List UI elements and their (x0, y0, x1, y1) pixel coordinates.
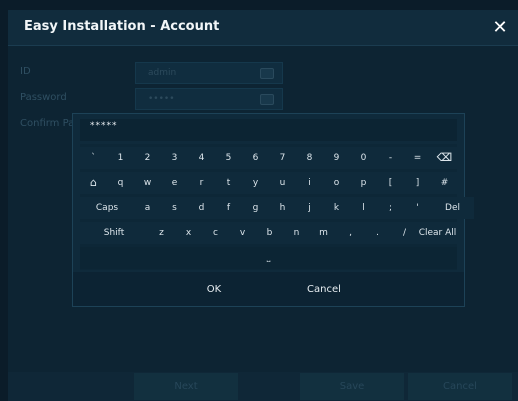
key-g[interactable]: g (242, 197, 269, 219)
key-hash[interactable]: # (431, 172, 458, 194)
key-h[interactable]: h (269, 197, 296, 219)
home-icon[interactable]: ⌂ (80, 172, 107, 194)
key-b[interactable]: b (256, 222, 283, 244)
key-caps[interactable]: Caps (80, 197, 134, 219)
next-button[interactable]: Next (134, 373, 238, 400)
key-right-bracket[interactable]: ] (404, 172, 431, 194)
id-value: admin (148, 68, 177, 78)
ok-button[interactable]: OK (199, 280, 229, 300)
key-r[interactable]: r (188, 172, 215, 194)
key-l[interactable]: l (350, 197, 377, 219)
key-u[interactable]: u (269, 172, 296, 194)
key-period[interactable]: . (364, 222, 391, 244)
key-left-bracket[interactable]: [ (377, 172, 404, 194)
footer-cancel-button[interactable]: Cancel (408, 373, 512, 400)
key-9[interactable]: 9 (323, 147, 350, 169)
key-n[interactable]: n (283, 222, 310, 244)
key-apostrophe[interactable]: ' (404, 197, 431, 219)
key-f[interactable]: f (215, 197, 242, 219)
key-4[interactable]: 4 (188, 147, 215, 169)
id-label: ID (20, 66, 31, 77)
save-button[interactable]: Save (300, 373, 404, 400)
key-s[interactable]: s (161, 197, 188, 219)
key-t[interactable]: t (215, 172, 242, 194)
id-field[interactable]: admin (135, 62, 283, 84)
key-3[interactable]: 3 (161, 147, 188, 169)
password-value: ••••• (148, 94, 175, 104)
close-icon[interactable]: ✕ (488, 16, 512, 40)
space-bar[interactable]: ⎵ (80, 247, 457, 269)
key-w[interactable]: w (134, 172, 161, 194)
key-minus[interactable]: - (377, 147, 404, 169)
keyboard-input-value: ***** (90, 121, 118, 131)
key-y[interactable]: y (242, 172, 269, 194)
key-equals[interactable]: = (404, 147, 431, 169)
keyboard-footer (73, 272, 464, 306)
key-o[interactable]: o (323, 172, 350, 194)
key-clear-all[interactable]: Clear All (418, 222, 457, 244)
key-slash[interactable]: / (391, 222, 418, 244)
backspace-icon[interactable]: ⌫ (431, 147, 458, 169)
key-backtick[interactable]: ` (80, 147, 107, 169)
key-x[interactable]: x (175, 222, 202, 244)
key-6[interactable]: 6 (242, 147, 269, 169)
key-semicolon[interactable]: ; (377, 197, 404, 219)
keyboard-input-display[interactable]: ***** (80, 119, 457, 141)
virtual-keyboard-dialog: ***** ` 1 2 3 4 5 6 7 8 9 0- = ⌫ ⌂ q w e r t y u i o p[] # Caps a s… (72, 113, 474, 307)
key-i[interactable]: i (296, 172, 323, 194)
key-p[interactable]: p (350, 172, 377, 194)
keyboard-cancel-button[interactable]: Cancel (301, 280, 347, 300)
window-title: Easy Installation - Account (24, 19, 220, 34)
key-m[interactable]: m (310, 222, 337, 244)
key-del[interactable]: Del (431, 197, 474, 219)
key-q[interactable]: q (107, 172, 134, 194)
key-j[interactable]: j (296, 197, 323, 219)
title-bar: Easy Installation - Account ✕ (8, 10, 518, 46)
key-c[interactable]: c (202, 222, 229, 244)
key-7[interactable]: 7 (269, 147, 296, 169)
key-v[interactable]: v (229, 222, 256, 244)
key-shift[interactable]: Shift (80, 222, 148, 244)
key-8[interactable]: 8 (296, 147, 323, 169)
key-z[interactable]: z (148, 222, 175, 244)
key-e[interactable]: e (161, 172, 188, 194)
key-1[interactable]: 1 (107, 147, 134, 169)
key-2[interactable]: 2 (134, 147, 161, 169)
key-0[interactable]: 0 (350, 147, 377, 169)
key-comma[interactable]: , (337, 222, 364, 244)
key-5[interactable]: 5 (215, 147, 242, 169)
keyboard-icon[interactable] (260, 68, 274, 79)
key-k[interactable]: k (323, 197, 350, 219)
key-d[interactable]: d (188, 197, 215, 219)
keyboard-icon[interactable] (260, 94, 274, 105)
key-a[interactable]: a (134, 197, 161, 219)
password-label: Password (20, 92, 67, 103)
password-field[interactable]: ••••• (135, 88, 283, 110)
